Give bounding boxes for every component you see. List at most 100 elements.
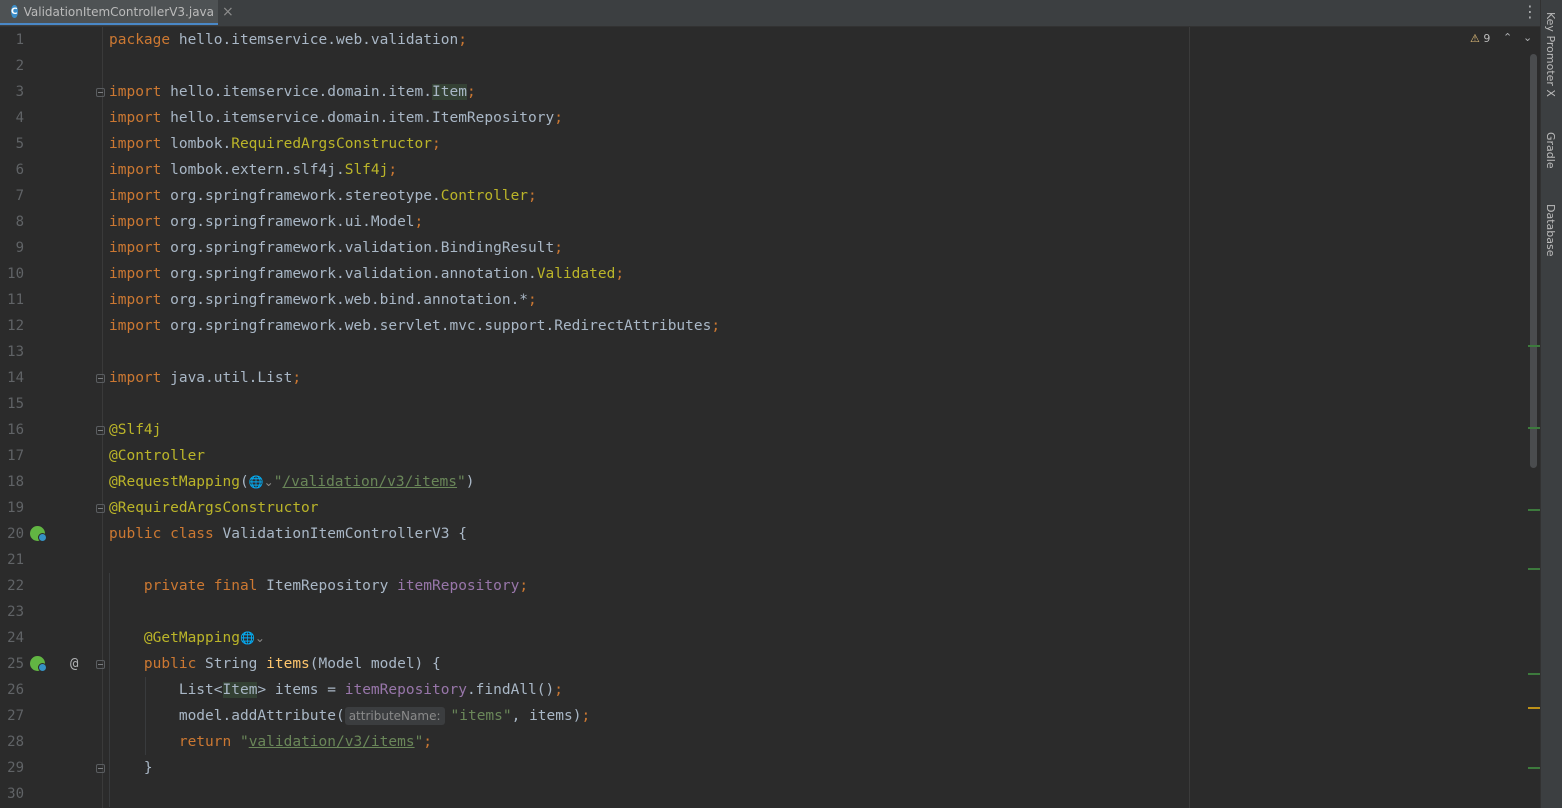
request-mapping-icon[interactable]: @ (70, 651, 78, 677)
spring-bean-icon[interactable] (30, 526, 47, 542)
code-line[interactable]: 15 (0, 391, 1530, 417)
fold-toggle-icon[interactable] (96, 764, 105, 773)
line-number: 21 (7, 552, 24, 568)
code-line[interactable]: 22 private final ItemRepository itemRepo… (0, 573, 1530, 599)
code-line[interactable]: 6 import lombok.extern.slf4j.Slf4j; (0, 157, 1530, 183)
code-token: itemRepository (397, 578, 520, 594)
line-number: 1 (15, 32, 24, 48)
code-token: " (239, 734, 249, 750)
code-line[interactable]: 27 model.addAttribute(attributeName: "ite… (0, 703, 1530, 729)
line-number: 15 (7, 396, 24, 412)
code-line[interactable]: 25 @ public String items(Model model) { (0, 651, 1530, 677)
code-line[interactable]: 28 return "validation/v3/items"; (0, 729, 1530, 755)
code-line[interactable]: 21 (0, 547, 1530, 573)
line-number: 6 (15, 162, 24, 178)
code-text: import org.springframework.web.bind.anno… (109, 287, 537, 313)
spring-bean-icon[interactable] (30, 656, 47, 672)
code-line[interactable]: 16 @Slf4j (0, 417, 1530, 443)
code-token: import (109, 240, 171, 256)
code-line[interactable]: 13 (0, 339, 1530, 365)
next-highlight-icon[interactable]: ⌄ (1523, 31, 1532, 44)
line-number: 12 (7, 318, 24, 334)
code-line[interactable]: 3 import hello.itemservice.domain.item.It… (0, 79, 1530, 105)
change-marker[interactable] (1528, 767, 1540, 769)
code-line[interactable]: 2 (0, 53, 1530, 79)
change-marker[interactable] (1528, 345, 1540, 347)
code-token: ; (458, 32, 467, 48)
more-options-icon[interactable]: ⋮ (1522, 3, 1538, 21)
line-number: 3 (15, 84, 24, 100)
code-text: import hello.itemservice.domain.item.Ite… (109, 105, 563, 131)
code-text: List<Item> items = itemRepository.findAl… (109, 677, 563, 703)
code-line[interactable]: 8 import org.springframework.ui.Model; (0, 209, 1530, 235)
code-line[interactable]: 12 import org.springframework.web.servlet… (0, 313, 1530, 339)
code-line[interactable]: 29 } (0, 755, 1530, 781)
code-text: private final ItemRepository itemReposit… (109, 573, 528, 599)
warning-marker[interactable] (1528, 707, 1540, 709)
change-marker[interactable] (1528, 427, 1540, 429)
fold-toggle-icon[interactable] (96, 660, 105, 669)
code-line[interactable]: 23 (0, 599, 1530, 625)
editor-tab-bar: C ValidationItemControllerV3.java × ⋮ (0, 0, 1562, 27)
fold-toggle-icon[interactable] (96, 88, 105, 97)
code-text: import hello.itemservice.domain.item.Ite… (109, 79, 476, 105)
code-line[interactable]: 4 import hello.itemservice.domain.item.It… (0, 105, 1530, 131)
code-text: import org.springframework.validation.Bi… (109, 235, 563, 261)
code-line[interactable]: 24 @GetMapping🌐⌄ (0, 625, 1530, 651)
code-line[interactable]: 14 import java.util.List; (0, 365, 1530, 391)
code-line[interactable]: 7 import org.springframework.stereotype.C… (0, 183, 1530, 209)
code-line[interactable]: 19 @RequiredArgsConstructor (0, 495, 1530, 521)
code-token: import (109, 266, 171, 282)
toolwindow-key-promoter-x[interactable]: Key Promoter X (1544, 12, 1557, 97)
fold-toggle-icon[interactable] (96, 374, 105, 383)
code-token: Slf4j (344, 162, 389, 178)
fold-toggle-icon[interactable] (96, 504, 105, 513)
code-line[interactable]: 9 import org.springframework.validation.B… (0, 235, 1530, 261)
code-text: } (109, 755, 153, 781)
code-token: " (414, 734, 424, 750)
change-marker[interactable] (1528, 568, 1540, 570)
code-token: ; (519, 578, 529, 594)
code-line[interactable]: 5 import lombok.RequiredArgsConstructor; (0, 131, 1530, 157)
code-line[interactable]: 17 @Controller (0, 443, 1530, 469)
endpoint-globe-icon[interactable]: 🌐⌄ (240, 631, 265, 645)
toolwindow-database[interactable]: Database (1544, 204, 1557, 257)
code-line[interactable]: 26 List<Item> items = itemRepository.fin… (0, 677, 1530, 703)
code-token: Controller (440, 188, 529, 204)
code-line[interactable]: 10 import org.springframework.validation.… (0, 261, 1530, 287)
code-line[interactable]: 1 package hello.itemservice.web.validatio… (0, 27, 1530, 53)
inspection-widget[interactable]: ⚠ 9 (1470, 32, 1490, 45)
code-token: import (109, 292, 171, 308)
code-token: , items) (511, 708, 582, 724)
code-editor[interactable]: 1 package hello.itemservice.web.validatio… (0, 27, 1540, 808)
fold-toggle-icon[interactable] (96, 426, 105, 435)
code-text: import lombok.RequiredArgsConstructor; (109, 131, 441, 157)
close-icon[interactable]: × (222, 4, 234, 20)
code-text: import org.springframework.validation.an… (109, 261, 624, 287)
code-token: @GetMapping (143, 630, 240, 646)
code-token: import (109, 214, 171, 230)
previous-highlight-icon[interactable]: ⌃ (1503, 31, 1512, 44)
code-line[interactable]: 11 import org.springframework.web.bind.an… (0, 287, 1530, 313)
parameter-hint: attributeName: (344, 707, 445, 725)
code-token: java.util.List (170, 370, 293, 386)
code-token: ; (615, 266, 625, 282)
code-token: > items = (257, 682, 345, 698)
code-token: return (178, 734, 240, 750)
change-marker[interactable] (1528, 673, 1540, 675)
code-text: import org.springframework.ui.Model; (109, 209, 423, 235)
change-marker[interactable] (1528, 509, 1540, 511)
line-number: 9 (15, 240, 24, 256)
code-line[interactable]: 18 @RequestMapping(🌐⌄ "/validation/v3/item… (0, 469, 1530, 495)
toolwindow-gradle[interactable]: Gradle (1544, 132, 1557, 169)
code-line[interactable]: 30 (0, 781, 1530, 807)
code-token: /validation/v3/items (282, 474, 458, 490)
endpoint-globe-icon[interactable]: 🌐⌄ (249, 475, 274, 489)
vertical-scrollbar[interactable] (1530, 54, 1537, 468)
code-line[interactable]: 20 public class ValidationItemControllerV… (0, 521, 1530, 547)
indent-guide (145, 677, 146, 755)
file-tab[interactable]: C ValidationItemControllerV3.java × (0, 0, 234, 25)
